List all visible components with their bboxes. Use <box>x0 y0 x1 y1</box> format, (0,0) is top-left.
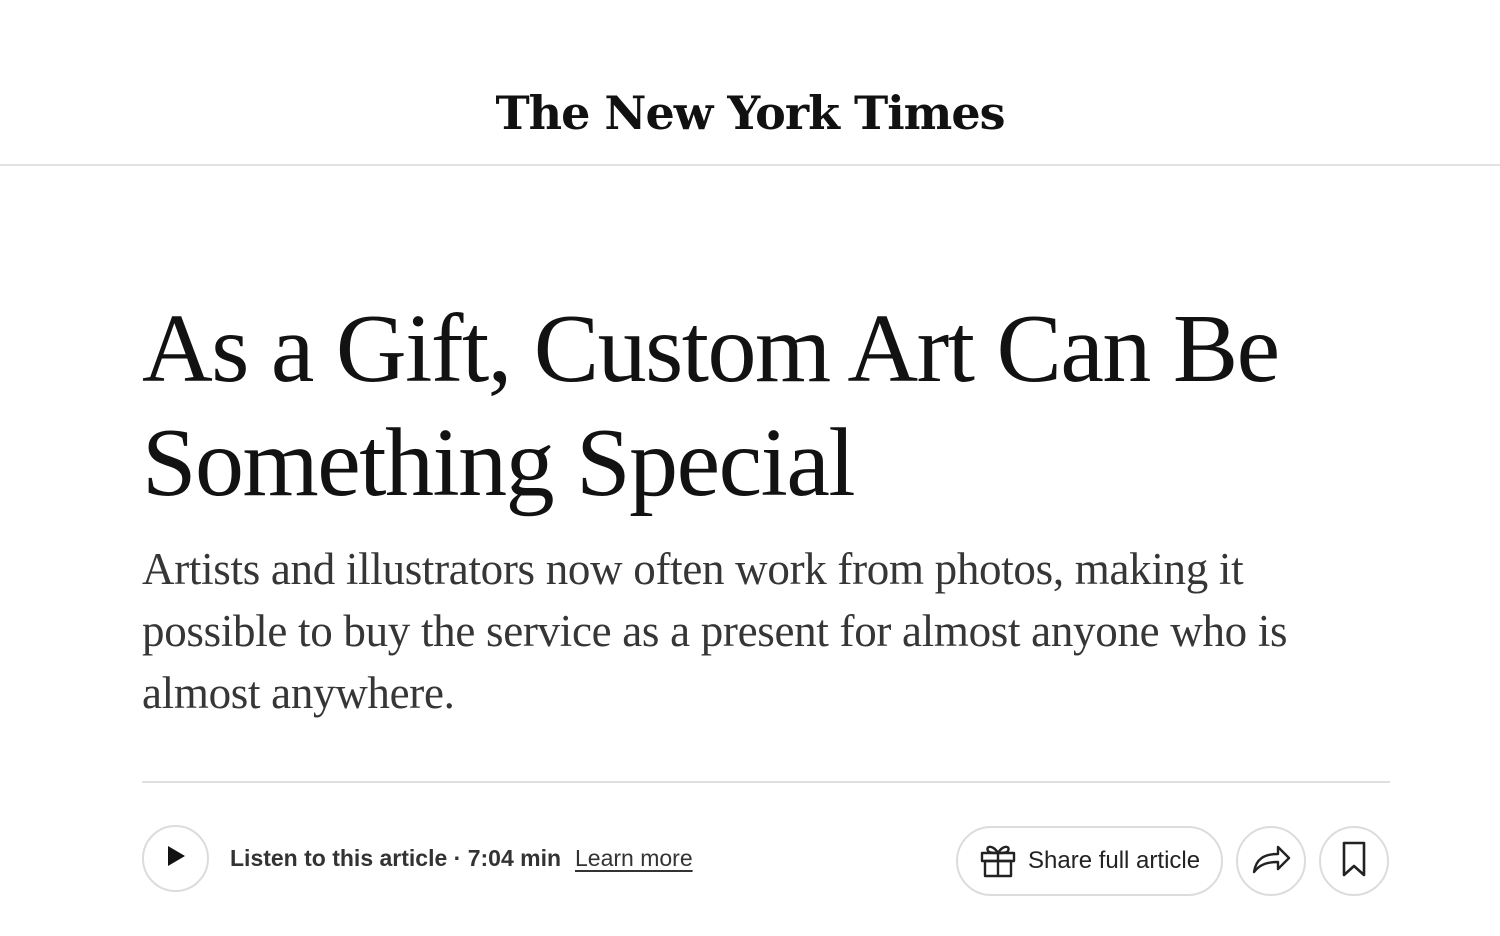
divider <box>142 781 1390 783</box>
article-headline: As a Gift, Custom Art Can Be Something S… <box>142 295 1280 517</box>
share-arrow-icon <box>1250 843 1292 880</box>
save-bookmark-button[interactable] <box>1319 826 1389 896</box>
share-full-article-button[interactable]: Share full article <box>956 826 1223 896</box>
gift-icon <box>978 839 1018 884</box>
learn-more-link[interactable]: Learn more <box>575 844 693 872</box>
nyt-logo[interactable]: The New York Times <box>0 90 1500 136</box>
share-button[interactable] <box>1236 826 1306 896</box>
article-toolbar: Listen to this article · 7:04 min Learn … <box>142 824 1390 896</box>
play-icon <box>165 844 187 873</box>
bookmark-icon <box>1340 840 1368 883</box>
article-summary: Artists and illustrators now often work … <box>142 544 1288 718</box>
masthead: The New York Times <box>0 0 1500 166</box>
listen-label: Listen to this article · 7:04 min <box>230 845 562 871</box>
play-audio-button[interactable] <box>142 825 209 892</box>
share-full-article-label: Share full article <box>1028 847 1201 874</box>
